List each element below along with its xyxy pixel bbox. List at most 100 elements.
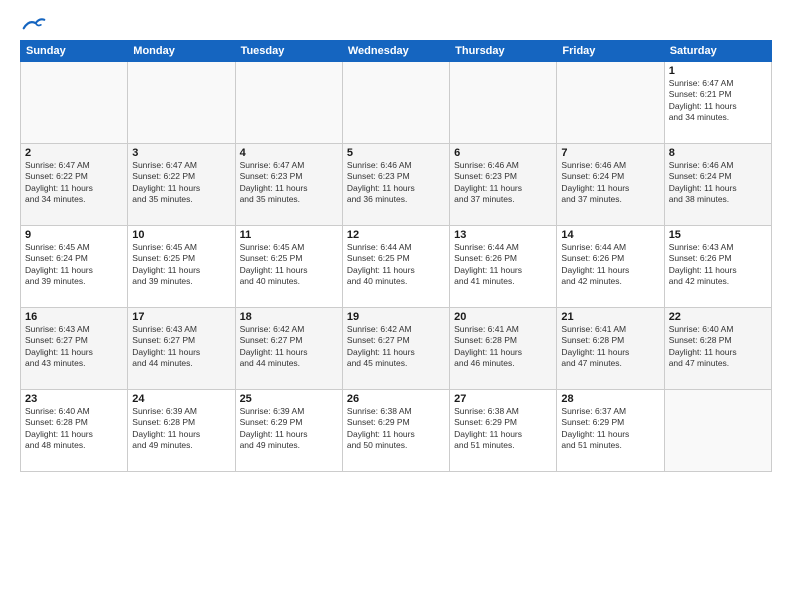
- calendar-cell: 12Sunrise: 6:44 AM Sunset: 6:25 PM Dayli…: [342, 226, 449, 308]
- logo: [20, 16, 46, 32]
- day-number: 13: [454, 229, 552, 241]
- calendar-cell: 27Sunrise: 6:38 AM Sunset: 6:29 PM Dayli…: [450, 390, 557, 472]
- day-number: 28: [561, 393, 659, 405]
- day-info: Sunrise: 6:45 AM Sunset: 6:24 PM Dayligh…: [25, 242, 123, 288]
- calendar-cell: 19Sunrise: 6:42 AM Sunset: 6:27 PM Dayli…: [342, 308, 449, 390]
- calendar-cell: 2Sunrise: 6:47 AM Sunset: 6:22 PM Daylig…: [21, 144, 128, 226]
- calendar-cell: 28Sunrise: 6:37 AM Sunset: 6:29 PM Dayli…: [557, 390, 664, 472]
- calendar-cell: 18Sunrise: 6:42 AM Sunset: 6:27 PM Dayli…: [235, 308, 342, 390]
- day-number: 22: [669, 311, 767, 323]
- day-info: Sunrise: 6:47 AM Sunset: 6:22 PM Dayligh…: [132, 160, 230, 206]
- day-number: 11: [240, 229, 338, 241]
- day-number: 15: [669, 229, 767, 241]
- calendar-cell: [664, 390, 771, 472]
- calendar-week-4: 16Sunrise: 6:43 AM Sunset: 6:27 PM Dayli…: [21, 308, 772, 390]
- day-info: Sunrise: 6:43 AM Sunset: 6:27 PM Dayligh…: [25, 324, 123, 370]
- header: [20, 16, 772, 32]
- calendar-cell: 4Sunrise: 6:47 AM Sunset: 6:23 PM Daylig…: [235, 144, 342, 226]
- day-number: 12: [347, 229, 445, 241]
- day-info: Sunrise: 6:46 AM Sunset: 6:24 PM Dayligh…: [669, 160, 767, 206]
- calendar-cell: 5Sunrise: 6:46 AM Sunset: 6:23 PM Daylig…: [342, 144, 449, 226]
- page: SundayMondayTuesdayWednesdayThursdayFrid…: [0, 0, 792, 612]
- weekday-monday: Monday: [128, 41, 235, 62]
- day-number: 18: [240, 311, 338, 323]
- calendar-cell: [342, 62, 449, 144]
- day-number: 7: [561, 147, 659, 159]
- calendar-cell: [235, 62, 342, 144]
- day-info: Sunrise: 6:43 AM Sunset: 6:26 PM Dayligh…: [669, 242, 767, 288]
- calendar-cell: 10Sunrise: 6:45 AM Sunset: 6:25 PM Dayli…: [128, 226, 235, 308]
- calendar-cell: 16Sunrise: 6:43 AM Sunset: 6:27 PM Dayli…: [21, 308, 128, 390]
- day-info: Sunrise: 6:43 AM Sunset: 6:27 PM Dayligh…: [132, 324, 230, 370]
- day-number: 3: [132, 147, 230, 159]
- day-info: Sunrise: 6:37 AM Sunset: 6:29 PM Dayligh…: [561, 406, 659, 452]
- day-info: Sunrise: 6:40 AM Sunset: 6:28 PM Dayligh…: [669, 324, 767, 370]
- calendar-cell: [128, 62, 235, 144]
- calendar-cell: 15Sunrise: 6:43 AM Sunset: 6:26 PM Dayli…: [664, 226, 771, 308]
- day-info: Sunrise: 6:41 AM Sunset: 6:28 PM Dayligh…: [454, 324, 552, 370]
- calendar-cell: [21, 62, 128, 144]
- calendar-cell: [450, 62, 557, 144]
- calendar-cell: 17Sunrise: 6:43 AM Sunset: 6:27 PM Dayli…: [128, 308, 235, 390]
- day-number: 16: [25, 311, 123, 323]
- weekday-tuesday: Tuesday: [235, 41, 342, 62]
- calendar-cell: 22Sunrise: 6:40 AM Sunset: 6:28 PM Dayli…: [664, 308, 771, 390]
- day-info: Sunrise: 6:40 AM Sunset: 6:28 PM Dayligh…: [25, 406, 123, 452]
- day-info: Sunrise: 6:39 AM Sunset: 6:29 PM Dayligh…: [240, 406, 338, 452]
- calendar-week-2: 2Sunrise: 6:47 AM Sunset: 6:22 PM Daylig…: [21, 144, 772, 226]
- calendar-week-3: 9Sunrise: 6:45 AM Sunset: 6:24 PM Daylig…: [21, 226, 772, 308]
- calendar-cell: 13Sunrise: 6:44 AM Sunset: 6:26 PM Dayli…: [450, 226, 557, 308]
- day-number: 20: [454, 311, 552, 323]
- day-number: 4: [240, 147, 338, 159]
- calendar-week-1: 1Sunrise: 6:47 AM Sunset: 6:21 PM Daylig…: [21, 62, 772, 144]
- day-info: Sunrise: 6:46 AM Sunset: 6:23 PM Dayligh…: [454, 160, 552, 206]
- day-number: 25: [240, 393, 338, 405]
- day-number: 23: [25, 393, 123, 405]
- day-info: Sunrise: 6:39 AM Sunset: 6:28 PM Dayligh…: [132, 406, 230, 452]
- day-number: 1: [669, 65, 767, 77]
- weekday-sunday: Sunday: [21, 41, 128, 62]
- day-info: Sunrise: 6:47 AM Sunset: 6:22 PM Dayligh…: [25, 160, 123, 206]
- weekday-wednesday: Wednesday: [342, 41, 449, 62]
- calendar-cell: 23Sunrise: 6:40 AM Sunset: 6:28 PM Dayli…: [21, 390, 128, 472]
- day-number: 26: [347, 393, 445, 405]
- day-number: 19: [347, 311, 445, 323]
- day-number: 6: [454, 147, 552, 159]
- calendar-cell: [557, 62, 664, 144]
- calendar-week-5: 23Sunrise: 6:40 AM Sunset: 6:28 PM Dayli…: [21, 390, 772, 472]
- day-info: Sunrise: 6:44 AM Sunset: 6:25 PM Dayligh…: [347, 242, 445, 288]
- day-info: Sunrise: 6:44 AM Sunset: 6:26 PM Dayligh…: [561, 242, 659, 288]
- day-number: 9: [25, 229, 123, 241]
- day-number: 8: [669, 147, 767, 159]
- calendar-cell: 21Sunrise: 6:41 AM Sunset: 6:28 PM Dayli…: [557, 308, 664, 390]
- calendar-cell: 6Sunrise: 6:46 AM Sunset: 6:23 PM Daylig…: [450, 144, 557, 226]
- calendar-cell: 9Sunrise: 6:45 AM Sunset: 6:24 PM Daylig…: [21, 226, 128, 308]
- day-info: Sunrise: 6:47 AM Sunset: 6:23 PM Dayligh…: [240, 160, 338, 206]
- day-info: Sunrise: 6:38 AM Sunset: 6:29 PM Dayligh…: [454, 406, 552, 452]
- day-info: Sunrise: 6:41 AM Sunset: 6:28 PM Dayligh…: [561, 324, 659, 370]
- weekday-thursday: Thursday: [450, 41, 557, 62]
- weekday-saturday: Saturday: [664, 41, 771, 62]
- calendar-cell: 1Sunrise: 6:47 AM Sunset: 6:21 PM Daylig…: [664, 62, 771, 144]
- day-info: Sunrise: 6:42 AM Sunset: 6:27 PM Dayligh…: [240, 324, 338, 370]
- day-number: 21: [561, 311, 659, 323]
- day-number: 2: [25, 147, 123, 159]
- day-number: 5: [347, 147, 445, 159]
- day-info: Sunrise: 6:38 AM Sunset: 6:29 PM Dayligh…: [347, 406, 445, 452]
- weekday-friday: Friday: [557, 41, 664, 62]
- day-number: 27: [454, 393, 552, 405]
- calendar-cell: 3Sunrise: 6:47 AM Sunset: 6:22 PM Daylig…: [128, 144, 235, 226]
- day-number: 24: [132, 393, 230, 405]
- calendar-cell: 25Sunrise: 6:39 AM Sunset: 6:29 PM Dayli…: [235, 390, 342, 472]
- calendar-cell: 20Sunrise: 6:41 AM Sunset: 6:28 PM Dayli…: [450, 308, 557, 390]
- calendar-cell: 11Sunrise: 6:45 AM Sunset: 6:25 PM Dayli…: [235, 226, 342, 308]
- logo-bird-icon: [22, 16, 46, 32]
- weekday-header-row: SundayMondayTuesdayWednesdayThursdayFrid…: [21, 41, 772, 62]
- day-info: Sunrise: 6:45 AM Sunset: 6:25 PM Dayligh…: [132, 242, 230, 288]
- day-info: Sunrise: 6:44 AM Sunset: 6:26 PM Dayligh…: [454, 242, 552, 288]
- day-info: Sunrise: 6:42 AM Sunset: 6:27 PM Dayligh…: [347, 324, 445, 370]
- calendar-cell: 24Sunrise: 6:39 AM Sunset: 6:28 PM Dayli…: [128, 390, 235, 472]
- calendar-cell: 26Sunrise: 6:38 AM Sunset: 6:29 PM Dayli…: [342, 390, 449, 472]
- calendar-cell: 14Sunrise: 6:44 AM Sunset: 6:26 PM Dayli…: [557, 226, 664, 308]
- day-info: Sunrise: 6:46 AM Sunset: 6:24 PM Dayligh…: [561, 160, 659, 206]
